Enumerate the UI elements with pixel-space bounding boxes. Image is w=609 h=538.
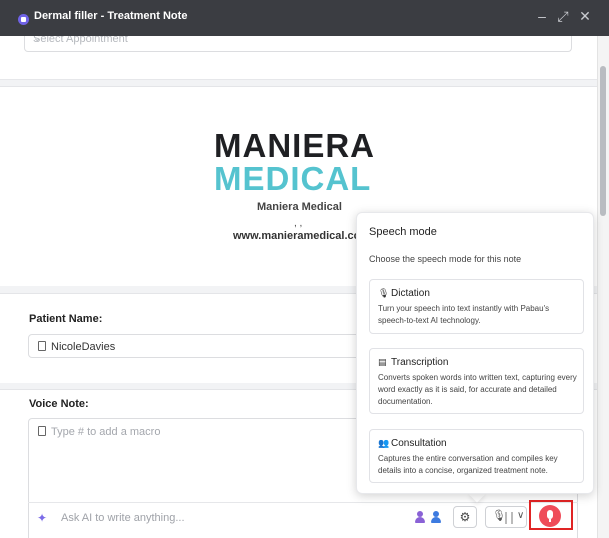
speech-mode-title: Speech mode xyxy=(369,226,437,238)
mode-name: Transcription xyxy=(391,357,449,368)
select-appointment-dropdown[interactable]: Select Appointment ⌄ xyxy=(24,36,572,52)
record-highlight xyxy=(529,500,573,530)
document-icon xyxy=(38,341,46,351)
macro-placeholder: Type # to add a macro xyxy=(51,426,161,438)
mode-description: Captures the entire conversation and com… xyxy=(378,454,558,475)
speech-settings-button[interactable]: ⚙ xyxy=(453,506,477,528)
minimize-icon[interactable]: – xyxy=(534,8,550,24)
mode-name: Consultation xyxy=(391,438,447,449)
scrollbar-thumb[interactable] xyxy=(600,66,606,216)
ai-prompt-bar: ✦ Ask AI to write anything... ⚙ 🎙 ∨ xyxy=(28,500,578,532)
app-icon xyxy=(18,14,29,25)
mode-name: Dictation xyxy=(391,288,430,299)
mode-dictation[interactable]: 🎙 Dictation Turn your speech into text in… xyxy=(369,279,584,334)
voice-note-label: Voice Note: xyxy=(29,398,89,410)
appointment-section: Select Appointment ⌄ xyxy=(0,36,597,80)
speech-mode-subtitle: Choose the speech mode for this note xyxy=(369,254,522,264)
mic-icon: 🎙 xyxy=(492,510,506,522)
people-icon: 👥 xyxy=(378,438,390,448)
ask-ai-input[interactable]: Ask AI to write anything... xyxy=(61,512,185,524)
company-name: Maniera Medical xyxy=(257,201,342,213)
patient-badge-icon[interactable] xyxy=(414,511,426,523)
microphone-select[interactable]: 🎙 ∨ xyxy=(485,506,527,528)
maximize-icon[interactable]: ⤢ xyxy=(555,8,571,24)
record-button[interactable] xyxy=(539,505,561,527)
document-icon xyxy=(38,426,46,436)
company-address: , , xyxy=(294,218,303,229)
speech-mode-popover: Speech mode Choose the speech mode for t… xyxy=(356,212,594,494)
mode-transcription[interactable]: ▤ Transcription Converts spoken words int… xyxy=(369,348,584,414)
title-bar: Dermal filler - Treatment Note – ⤢ ✕ xyxy=(0,0,609,36)
patient-name-value: NicoleDavies xyxy=(51,341,116,353)
window-title: Dermal filler - Treatment Note xyxy=(34,10,188,22)
mode-consultation[interactable]: 👥 Consultation Captures the entire conver… xyxy=(369,429,584,483)
scrollbar[interactable] xyxy=(597,36,609,538)
mic-icon xyxy=(547,510,553,519)
logo-medical: MEDICAL xyxy=(214,160,372,197)
mode-description: Converts spoken words into written text,… xyxy=(378,373,577,406)
mic-icon: 🎙 xyxy=(378,288,390,298)
document-icon: ▤ xyxy=(378,357,387,367)
chevron-down-icon: ⌄ xyxy=(33,36,42,44)
audio-level-icon xyxy=(505,512,513,524)
chevron-down-icon: ∨ xyxy=(517,510,525,521)
sparkle-icon: ✦ xyxy=(37,511,48,525)
gear-icon: ⚙ xyxy=(459,510,471,524)
mode-description: Turn your speech into text instantly wit… xyxy=(378,304,550,325)
close-icon[interactable]: ✕ xyxy=(577,8,593,24)
patient-name-label: Patient Name: xyxy=(29,313,103,325)
person-icon[interactable] xyxy=(430,511,442,523)
company-website: www.manieramedical.co xyxy=(233,230,361,242)
